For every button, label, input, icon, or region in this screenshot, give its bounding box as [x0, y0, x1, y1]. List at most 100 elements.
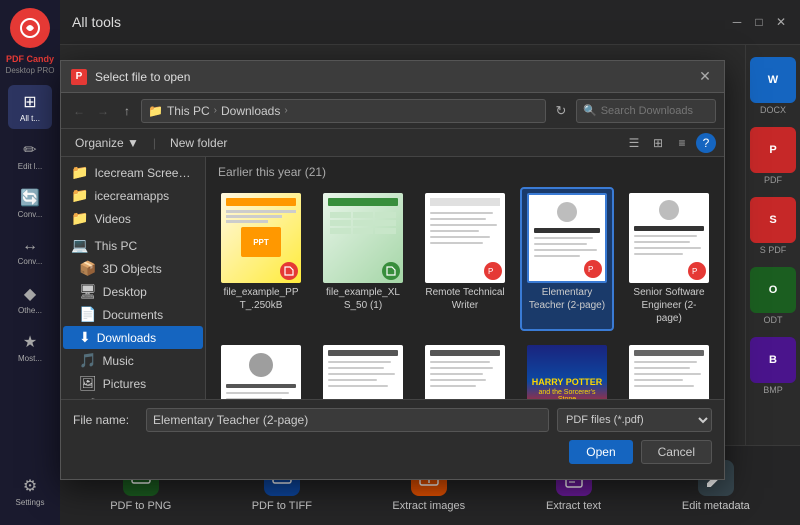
file-thumb-elementary[interactable]: P Elementary Teacher (2-page): [520, 187, 614, 331]
up-button[interactable]: ↑: [117, 101, 137, 121]
file-label-xls: file_example_XLS_50 (1): [323, 286, 403, 312]
nav-desktop-icon: 🖥: [79, 283, 97, 300]
organize-button[interactable]: Organize ▼: [69, 134, 145, 152]
minimize-button[interactable]: ─: [730, 15, 744, 29]
view-buttons: ☰ ⊞ ≡ ?: [624, 133, 716, 153]
sidebar-item-all-tools[interactable]: ⊞ All t...: [8, 85, 52, 129]
view-grid-button[interactable]: ⊞: [648, 133, 668, 153]
file-label-remote: Remote Technical Writer: [425, 286, 505, 312]
sidebar-item-all-tools-label: All t...: [20, 114, 40, 123]
file-open-dialog: P Select file to open ✕ ← → ↑ 📁 This PC …: [60, 60, 725, 480]
convert2-icon: ↔: [22, 237, 38, 255]
right-tool-odt[interactable]: O ODT: [748, 263, 798, 329]
file-thumb-sample[interactable]: P file sample: [418, 339, 512, 399]
view-list-button[interactable]: ☰: [624, 133, 644, 153]
file-thumb-remote[interactable]: P Remote Technical Writer: [418, 187, 512, 331]
file-label-senior: Senior Software Engineer (2-page): [629, 286, 709, 325]
extract-images-label: Extract images: [392, 500, 465, 512]
dialog-bottom: File name: PDF files (*.pdf) All files (…: [61, 399, 724, 479]
nav-item-documents[interactable]: 📄 Documents: [63, 303, 203, 326]
nav-item-icecream[interactable]: 📁 Icecream Screen Rec: [63, 161, 203, 184]
path-arrow-2: ›: [284, 105, 287, 116]
right-tool-bmp[interactable]: B BMP: [748, 333, 798, 399]
nav-item-videos1[interactable]: 📁 Videos: [63, 207, 203, 230]
xls-badge: [382, 262, 400, 280]
nav-item-this-pc[interactable]: 💻 This PC: [63, 234, 203, 257]
spdf-tool-label: S PDF: [760, 245, 787, 255]
dialog-title-text: Select file to open: [95, 70, 696, 84]
open-button[interactable]: Open: [569, 440, 632, 464]
nav-label-this-pc: This PC: [94, 239, 195, 253]
elementary-badge: P: [584, 260, 602, 278]
nav-item-downloads[interactable]: ⬇ Downloads: [63, 326, 203, 349]
nav-item-desktop[interactable]: 🖥 Desktop: [63, 280, 203, 303]
file-thumb-hp[interactable]: HARRY POTTER and the Sorcerer's Stone P …: [520, 339, 614, 399]
maximize-button[interactable]: □: [752, 15, 766, 29]
sidebar: PDF Candy Desktop PRO ⊞ All t... ✏ Edit …: [0, 0, 60, 525]
file-thumbnail-romeo: P: [629, 345, 709, 399]
edit-icon: ✏: [23, 140, 36, 160]
sidebar-item-convert1[interactable]: 🔄 Conv...: [8, 181, 52, 225]
view-details-button[interactable]: ≡: [672, 133, 692, 153]
sidebar-item-most[interactable]: ★ Most...: [8, 325, 52, 369]
refresh-button[interactable]: ↻: [550, 100, 572, 122]
right-panel: W DOCX P PDF S S PDF O ODT B BMP: [745, 45, 800, 475]
pdf-to-tiff-label: PDF to TIFF: [252, 500, 312, 512]
sidebar-item-other[interactable]: ◆ Othe...: [8, 277, 52, 321]
dialog-body: 📁 Icecream Screen Rec 📁 icecreamapps 📁 V…: [61, 157, 724, 399]
filename-input[interactable]: [146, 408, 549, 432]
file-thumbnail-contract: W: [323, 345, 403, 399]
new-folder-button[interactable]: New folder: [164, 134, 233, 152]
senior-badge: P: [688, 262, 706, 280]
file-thumbnail-sample: P: [425, 345, 505, 399]
address-path[interactable]: 📁 This PC › Downloads ›: [141, 99, 546, 123]
svg-text:P: P: [488, 267, 493, 276]
file-thumb-download[interactable]: W download (1): [214, 339, 308, 399]
search-box[interactable]: 🔍: [576, 99, 716, 123]
file-thumbnail-elementary: P: [527, 193, 607, 283]
nav-label-3d: 3D Objects: [102, 262, 195, 276]
nav-item-icecreamapps[interactable]: 📁 icecreamapps: [63, 184, 203, 207]
right-tool-docx[interactable]: W DOCX: [748, 53, 798, 119]
close-button[interactable]: ✕: [774, 15, 788, 29]
file-thumb-romeo[interactable]: P romeo-and-juliet: [622, 339, 716, 399]
svg-text:P: P: [588, 265, 593, 274]
topbar-controls: ─ □ ✕: [730, 15, 788, 29]
cancel-button[interactable]: Cancel: [641, 440, 712, 464]
file-thumb-contract[interactable]: W Service-Contract-Template 2: [316, 339, 410, 399]
sidebar-item-convert2-label: Conv...: [18, 257, 43, 266]
nav-item-music[interactable]: 🎵 Music: [63, 349, 203, 372]
sidebar-item-edit[interactable]: ✏ Edit l...: [8, 133, 52, 177]
sidebar-item-settings[interactable]: ⚙ Settings: [8, 469, 52, 513]
forward-button[interactable]: →: [93, 101, 113, 121]
back-button[interactable]: ←: [69, 101, 89, 121]
file-thumb-ppt[interactable]: PPT file_example_PPT_.250kB: [214, 187, 308, 331]
nav-item-pictures[interactable]: 🖼 Pictures: [63, 372, 203, 395]
nav-pc-icon: 💻: [71, 237, 88, 254]
dialog-titlebar: P Select file to open ✕: [61, 61, 724, 93]
file-thumbnail-hp: HARRY POTTER and the Sorcerer's Stone P: [527, 345, 607, 399]
nav-item-3d-objects[interactable]: 📦 3D Objects: [63, 257, 203, 280]
topbar-title: All tools: [72, 14, 121, 30]
file-thumb-xls[interactable]: file_example_XLS_50 (1): [316, 187, 410, 331]
sidebar-item-convert2[interactable]: ↔ Conv...: [8, 229, 52, 273]
nav-music-icon: 🎵: [79, 352, 96, 369]
filetype-select[interactable]: PDF files (*.pdf) All files (*.*): [557, 408, 712, 432]
dialog-close-button[interactable]: ✕: [696, 68, 714, 86]
right-tool-pdf[interactable]: P PDF: [748, 123, 798, 189]
search-input[interactable]: [601, 105, 709, 117]
dialog-toolbar: Organize ▼ | New folder ☰ ⊞ ≡ ?: [61, 129, 724, 157]
nav-label-icecream: Icecream Screen Rec: [94, 166, 195, 180]
nav-3d-icon: 📦: [79, 260, 96, 277]
app-tier-label: Desktop PRO: [6, 66, 55, 75]
most-icon: ★: [23, 332, 37, 352]
file-thumb-senior[interactable]: P Senior Software Engineer (2-page): [622, 187, 716, 331]
file-thumbnail-senior: P: [629, 193, 709, 283]
sidebar-item-edit-label: Edit l...: [18, 162, 42, 171]
help-button[interactable]: ?: [696, 133, 716, 153]
right-tool-spdf[interactable]: S S PDF: [748, 193, 798, 259]
pdf-tool-icon: P: [750, 127, 796, 173]
file-thumbnail-ppt: PPT: [221, 193, 301, 283]
path-this-pc: This PC: [167, 104, 210, 118]
nav-label-music: Music: [102, 354, 195, 368]
